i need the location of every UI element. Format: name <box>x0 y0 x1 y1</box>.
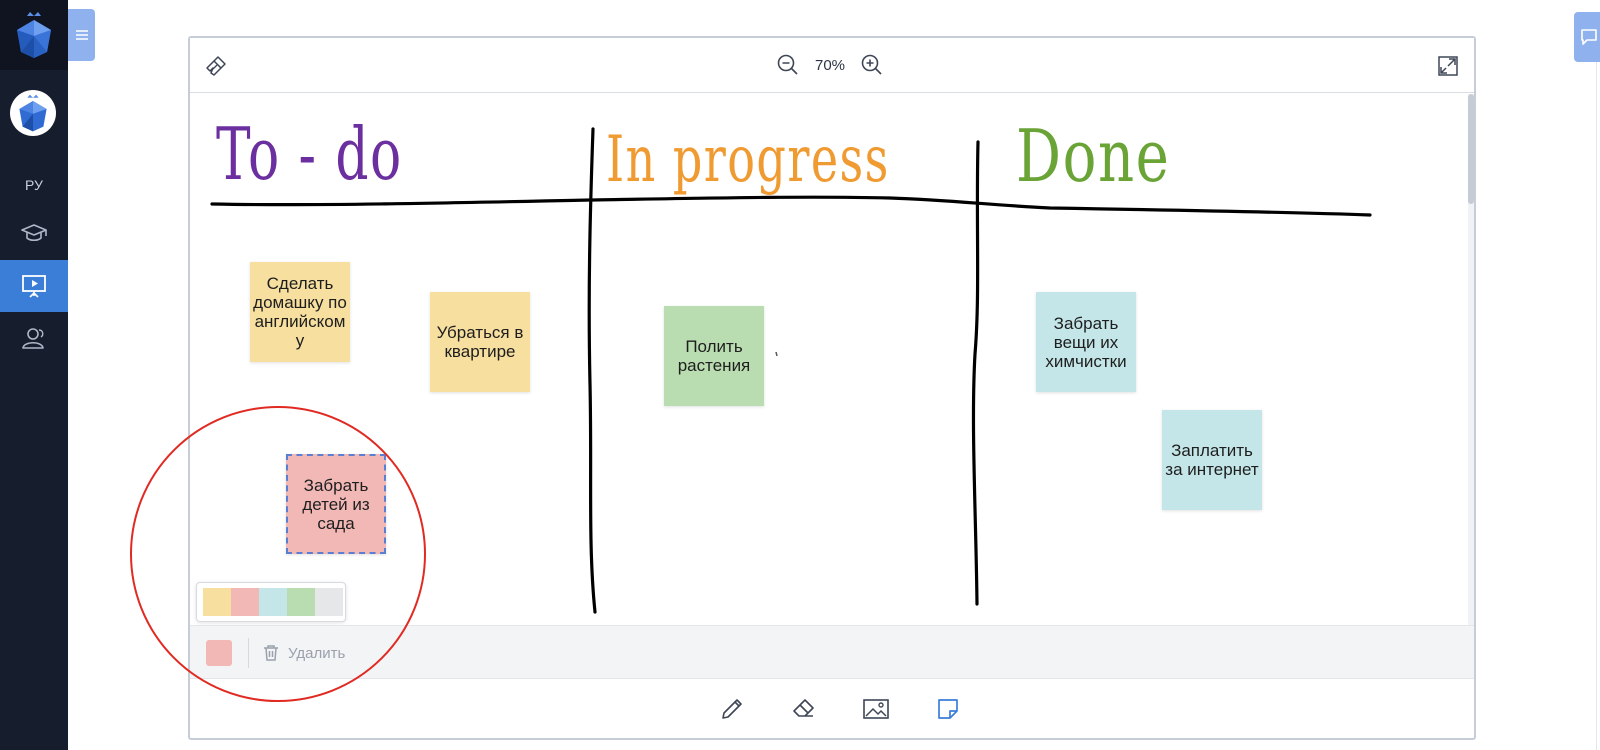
sticky-note-selected[interactable]: Забрать детей из сада <box>286 454 386 554</box>
sticky-note[interactable]: Забрать вещи их химчистки <box>1036 292 1136 392</box>
eraser-tool-button[interactable] <box>788 693 820 725</box>
board-topbar: 70% <box>190 38 1474 93</box>
color-palette-popup <box>196 582 346 622</box>
crystal-logo-icon <box>17 12 51 58</box>
heading-text: To - do <box>216 112 403 196</box>
eraser-icon <box>793 698 814 717</box>
fullscreen-button[interactable] <box>1434 52 1462 80</box>
color-swatch-blue[interactable] <box>259 588 287 616</box>
graduation-cap-icon <box>21 224 47 242</box>
heading-text: In progress <box>606 123 890 197</box>
right-panel-edge <box>1596 62 1597 750</box>
zoom-out-icon <box>777 54 798 75</box>
board-canvas[interactable]: To - do In progress Done Сделать домашку… <box>190 94 1474 625</box>
scrollbar-thumb[interactable] <box>1468 94 1474 204</box>
image-icon <box>863 698 889 719</box>
note-text: Забрать вещи их химчистки <box>1045 313 1127 371</box>
chat-button[interactable] <box>1574 12 1600 62</box>
heading-text: Done <box>1016 114 1171 198</box>
column-heading-in-progress: In progress <box>606 124 890 196</box>
note-color-button[interactable] <box>206 640 232 666</box>
delete-button[interactable]: Удалить <box>262 638 345 668</box>
avatar[interactable] <box>10 90 56 136</box>
sticky-note-tool-button[interactable] <box>932 693 964 725</box>
note-text: Убраться в квартире <box>436 323 524 361</box>
zoom-level: 70% <box>814 56 846 74</box>
note-text: Полить растения <box>677 337 751 375</box>
sticky-note-icon <box>938 698 958 719</box>
pencil-tool-button[interactable] <box>716 693 748 725</box>
drawing-toolbar <box>190 679 1474 738</box>
sticky-note[interactable]: Сделать домашку по английском у <box>250 262 350 362</box>
avatar-crystal-icon <box>19 94 47 132</box>
vertical-scrollbar[interactable] <box>1468 94 1474 625</box>
sidebar-item-whiteboard[interactable] <box>0 260 68 312</box>
sidebar-item-users[interactable] <box>0 312 68 364</box>
color-swatch-yellow[interactable] <box>203 588 231 616</box>
color-swatch-green[interactable] <box>287 588 315 616</box>
clear-board-button[interactable] <box>202 52 230 80</box>
language-switch[interactable]: РУ <box>0 170 68 200</box>
presentation-board-icon <box>22 275 46 298</box>
menu-toggle-button[interactable] <box>68 9 95 61</box>
sidebar: РУ <box>0 0 68 750</box>
sticky-note[interactable]: Полить растения <box>664 306 764 406</box>
whiteboard: 70% To - do In progress Done Сделать дом… <box>188 36 1476 740</box>
zoom-controls: 70% <box>774 50 886 80</box>
selection-toolbar: Удалить <box>190 625 1474 679</box>
zoom-in-button[interactable] <box>858 51 886 79</box>
color-swatch-red[interactable] <box>231 588 259 616</box>
sidebar-item-courses[interactable] <box>0 208 68 260</box>
note-text: Сделать домашку по английском у <box>253 274 347 350</box>
sticky-note[interactable]: Убраться в квартире <box>430 292 530 392</box>
hamburger-icon <box>75 30 88 40</box>
zoom-in-icon <box>861 54 882 75</box>
image-tool-button[interactable] <box>860 693 892 725</box>
users-icon <box>22 328 44 349</box>
zoom-out-button[interactable] <box>774 51 802 79</box>
chat-icon <box>1581 29 1597 45</box>
brush-icon <box>206 56 226 76</box>
color-swatch-gray[interactable] <box>315 588 343 616</box>
note-text: Заплатить за интернет <box>1165 441 1259 479</box>
pencil-icon <box>722 698 742 719</box>
note-text: Забрать детей из сада <box>302 475 370 533</box>
app-logo[interactable] <box>0 0 68 70</box>
sticky-note[interactable]: Заплатить за интернет <box>1162 410 1262 510</box>
column-heading-done: Done <box>1016 116 1170 196</box>
expand-icon <box>1438 56 1458 76</box>
divider <box>248 638 249 668</box>
delete-label: Удалить <box>288 644 346 662</box>
trash-icon <box>264 645 278 661</box>
column-heading-todo: To - do <box>216 114 403 194</box>
